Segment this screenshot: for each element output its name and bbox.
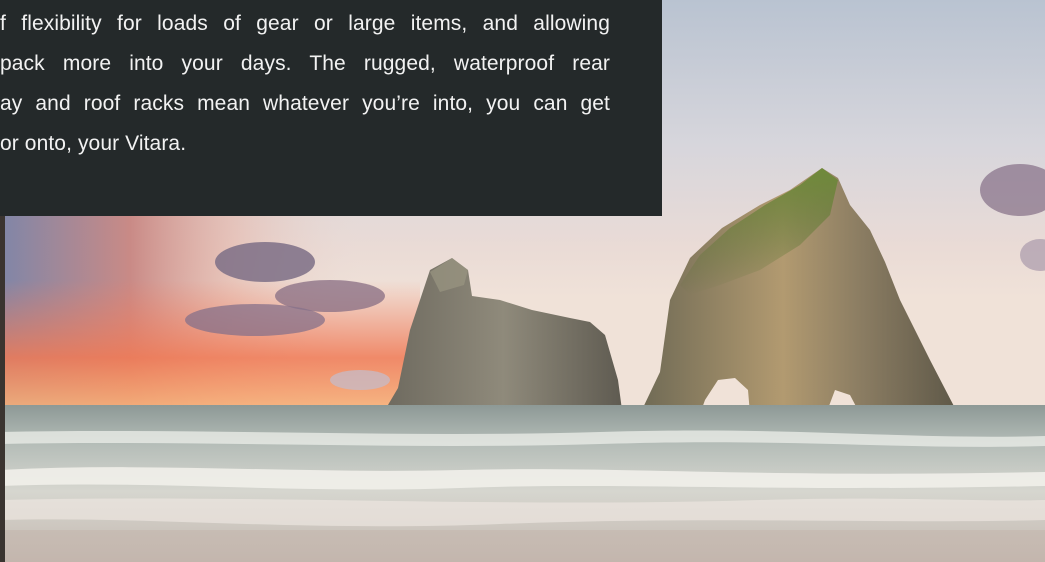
description-line-3: ay and roof racks mean whatever you’re i… xyxy=(0,92,610,115)
description-text: f flexibility for loads of gear or large… xyxy=(0,4,610,164)
description-line-1: f flexibility for loads of gear or large… xyxy=(0,12,610,35)
description-line-2: pack more into your days. The rugged, wa… xyxy=(0,52,610,75)
description-card: f flexibility for loads of gear or large… xyxy=(0,0,662,216)
description-line-4: or onto, your Vitara. xyxy=(0,132,187,155)
